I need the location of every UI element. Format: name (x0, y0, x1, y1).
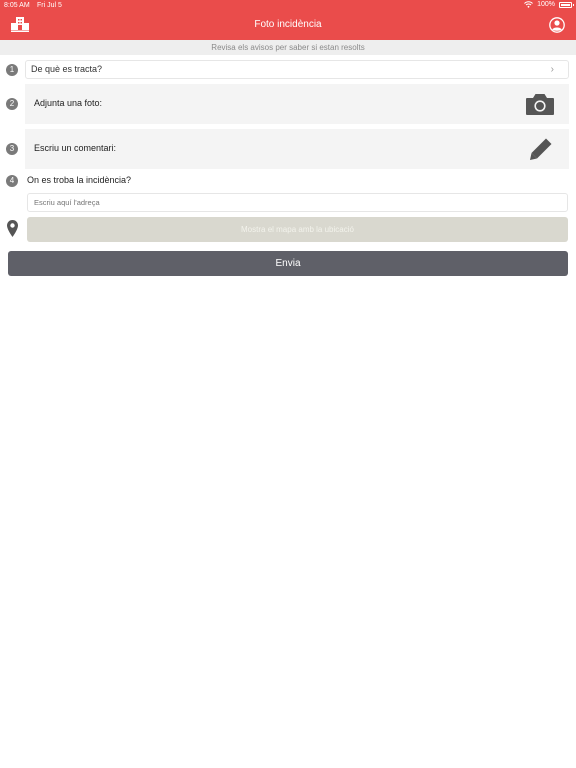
battery-percent: 100% (537, 1, 555, 8)
camera-icon[interactable] (525, 92, 555, 116)
notice-bar[interactable]: Revisa els avisos per saber si estan res… (0, 40, 576, 55)
send-button[interactable]: Envia (8, 251, 568, 276)
attach-photo-row[interactable]: Adjunta una foto: (25, 84, 569, 124)
page-title: Foto incidència (254, 19, 322, 30)
step-2-badge: 2 (6, 98, 18, 110)
status-right: 100% (524, 1, 574, 8)
wifi-icon (524, 1, 533, 8)
show-map-button[interactable]: Mostra el mapa amb la ubicació (27, 217, 568, 242)
chevron-right-icon: › (550, 64, 554, 75)
user-icon[interactable] (549, 17, 565, 33)
step-3-badge: 3 (6, 143, 18, 155)
location-question: On es troba la incidència? (27, 175, 132, 185)
attach-photo-label: Adjunta una foto: (34, 98, 103, 108)
map-pin-icon (7, 220, 18, 237)
category-select[interactable]: De què es tracta? › (25, 60, 569, 79)
address-input[interactable] (27, 193, 568, 212)
step-4-badge: 4 (6, 175, 18, 187)
status-bar: 8:05 AM Fri Jul 5 100% (0, 0, 576, 11)
status-date: Fri Jul 5 (37, 2, 62, 9)
category-select-label: De què es tracta? (31, 64, 103, 74)
battery-icon (559, 1, 574, 8)
pencil-icon[interactable] (529, 137, 553, 161)
comment-row[interactable]: Escriu un comentari: (25, 129, 569, 169)
status-time: 8:05 AM (4, 2, 30, 9)
comment-label: Escriu un comentari: (34, 143, 117, 153)
navigation-bar: 8:05 AM Fri Jul 5 100% Foto incidència (0, 0, 576, 40)
step-1-badge: 1 (6, 64, 18, 76)
